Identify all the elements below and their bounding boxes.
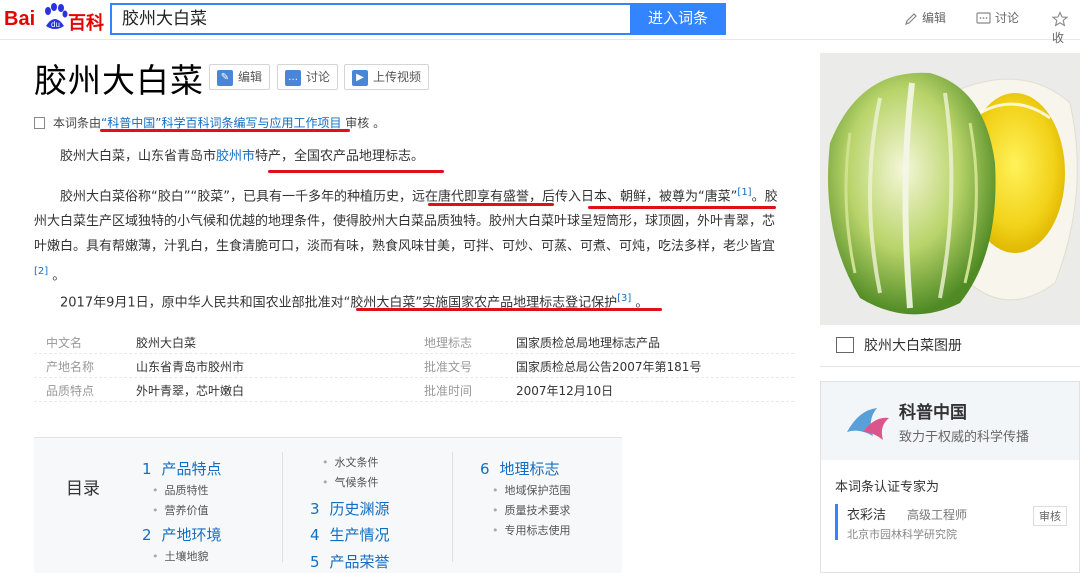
search-input[interactable]: 胶州大白菜	[110, 3, 630, 35]
toc-sub-hydrology[interactable]: 水文条件	[322, 454, 379, 470]
kepu-header: 科普中国 致力于权威的科学传播	[821, 382, 1079, 460]
info-key: 品质特点	[46, 384, 95, 398]
info-key: 产地名称	[46, 360, 95, 374]
toc-sub-protection-area[interactable]: 地域保护范围	[492, 482, 571, 498]
info-key: 批准时间	[424, 384, 473, 398]
pencil-icon: ✎	[217, 69, 233, 86]
para2-text-a: 胶州大白菜俗称“胶白”“胶菜”，已具有一千多年的种植历史，远在唐代即享有盛誉，后…	[60, 189, 738, 205]
info-key: 地理标志	[424, 336, 473, 350]
red-underline	[268, 170, 444, 173]
info-row: 产地名称 山东省青岛市胶州市 批准文号 国家质检总局公告2007年第181号	[34, 354, 794, 378]
edit-button[interactable]: ✎ 编辑	[209, 64, 271, 90]
red-underline	[588, 206, 776, 209]
summary-paragraph-1: 胶州大白菜，山东省青岛市胶州市特产，全国农产品地理标志。	[34, 144, 786, 169]
table-of-contents: 目录 1产品特点 品质特性 营养价值 2产地环境 土壤地貌 水文条件 气候条件 …	[34, 437, 622, 573]
toc-item-history[interactable]: 3 历史渊源	[310, 498, 390, 519]
reference-3-link[interactable]: [3]	[617, 293, 631, 304]
expert-title: 高级工程师	[907, 508, 968, 522]
para1-text-b: 特产，全国农产品地理标志。	[255, 149, 425, 164]
toc-item-product-features[interactable]: 1 产品特点	[142, 458, 222, 479]
image-album-link[interactable]: 胶州大白菜图册	[820, 325, 1080, 367]
review-badge: 审核	[1033, 506, 1067, 526]
upload-video-button[interactable]: ▶ 上传视频	[344, 64, 430, 90]
header-edit-label: 编辑	[922, 11, 947, 25]
entry-image[interactable]	[820, 53, 1080, 325]
para1-text-a: 胶州大白菜，山东省青岛市	[60, 149, 217, 164]
paw-icon: du	[45, 3, 68, 29]
kepu-project-link[interactable]: “科普中国”科学百科词条编写与应用工作项目	[101, 116, 341, 130]
expert-organization: 北京市园林科学研究院	[847, 528, 957, 541]
info-value: 山东省青岛市胶州市	[136, 360, 245, 374]
toc-sub-soil[interactable]: 土壤地貌	[152, 548, 209, 564]
info-value: 2007年12月10日	[516, 384, 614, 398]
header-collect-button[interactable]: 收	[1051, 8, 1080, 45]
toc-label: 目录	[66, 479, 100, 499]
discuss-label: 讨论	[306, 70, 331, 84]
accent-bar	[835, 504, 838, 540]
svg-text:du: du	[51, 20, 60, 29]
logo-bai-text: Bai	[4, 8, 36, 30]
basic-info-table: 中文名 胶州大白菜 地理标志 国家质检总局地理标志产品 产地名称 山东省青岛市胶…	[34, 330, 794, 402]
info-value: 国家质检总局地理标志产品	[516, 336, 661, 350]
header-discuss-button[interactable]: 讨论	[976, 8, 1019, 28]
toc-sub-quality[interactable]: 品质特性	[152, 482, 209, 498]
reference-1-link[interactable]: [1]	[737, 187, 751, 198]
info-key: 中文名	[46, 336, 83, 350]
logo-baike-text: 百科	[68, 13, 104, 34]
kepu-china-card: 科普中国 致力于权威的科学传播 本词条认证专家为 衣彩洁 高级工程师 北京市园林…	[820, 381, 1080, 573]
cabbage-image	[820, 53, 1080, 325]
red-underline	[356, 308, 662, 311]
red-underline	[100, 129, 350, 132]
toc-item-production[interactable]: 4 生产情况	[310, 524, 390, 545]
toc-divider	[282, 452, 283, 562]
info-key: 批准文号	[424, 360, 473, 374]
expert-name[interactable]: 衣彩洁	[847, 504, 886, 523]
star-icon	[1051, 10, 1069, 27]
discuss-button[interactable]: … 讨论	[277, 64, 339, 90]
info-value: 国家质检总局公告2007年第181号	[516, 360, 702, 374]
album-icon	[836, 337, 854, 353]
toc-sub-quality-requirements[interactable]: 质量技术要求	[492, 502, 571, 518]
play-icon: ▶	[352, 69, 368, 86]
comment-icon	[976, 11, 991, 24]
kepu-name: 科普中国	[899, 403, 967, 423]
review-suffix: 审核 。	[341, 116, 386, 130]
reference-2-link[interactable]: [2]	[34, 266, 48, 277]
expert-heading: 本词条认证专家为	[835, 480, 940, 495]
pencil-icon	[905, 12, 917, 25]
comment-icon: …	[285, 69, 301, 86]
toc-sub-nutrition[interactable]: 营养价值	[152, 502, 209, 518]
toc-item-geo-indication[interactable]: 6 地理标志	[480, 458, 560, 479]
toc-sub-climate[interactable]: 气候条件	[322, 474, 379, 490]
page-title: 胶州大白菜	[34, 61, 204, 100]
baidu-baike-logo[interactable]: Bai du 百科	[4, 2, 104, 34]
album-label: 胶州大白菜图册	[864, 338, 962, 354]
toc-divider	[452, 452, 453, 562]
review-prefix: 本词条由	[53, 116, 102, 130]
header-collect-label: 收	[1052, 31, 1065, 45]
enter-entry-button[interactable]: 进入词条	[630, 3, 726, 35]
para2-text-c: 。	[48, 268, 66, 284]
info-row: 中文名 胶州大白菜 地理标志 国家质检总局地理标志产品	[34, 330, 794, 354]
upload-video-label: 上传视频	[373, 70, 422, 84]
toc-item-origin-environment[interactable]: 2 产地环境	[142, 524, 222, 545]
document-icon	[34, 117, 45, 129]
toc-sub-mark-usage[interactable]: 专用标志使用	[492, 522, 571, 538]
red-underline	[428, 203, 554, 206]
toc-item-honors[interactable]: 5 产品荣誉	[310, 551, 390, 572]
kepu-slogan: 致力于权威的科学传播	[899, 430, 1030, 445]
kepu-logo-icon	[847, 408, 889, 440]
summary-paragraph-2: 胶州大白菜俗称“胶白”“胶菜”，已具有一千多年的种植历史，远在唐代即享有盛誉，后…	[34, 180, 786, 289]
header-discuss-label: 讨论	[995, 11, 1020, 25]
info-value: 外叶青翠，芯叶嫩白	[136, 384, 245, 398]
edit-label: 编辑	[238, 70, 263, 84]
info-row: 品质特点 外叶青翠，芯叶嫩白 批准时间 2007年12月10日	[34, 378, 794, 402]
header-edit-button[interactable]: 编辑	[904, 8, 946, 28]
top-bar: Bai du 百科 胶州大白菜 进入词条 编辑 讨论 收	[0, 0, 1080, 45]
info-value: 胶州大白菜	[136, 336, 197, 350]
jiaozhou-city-link[interactable]: 胶州市	[216, 149, 255, 164]
